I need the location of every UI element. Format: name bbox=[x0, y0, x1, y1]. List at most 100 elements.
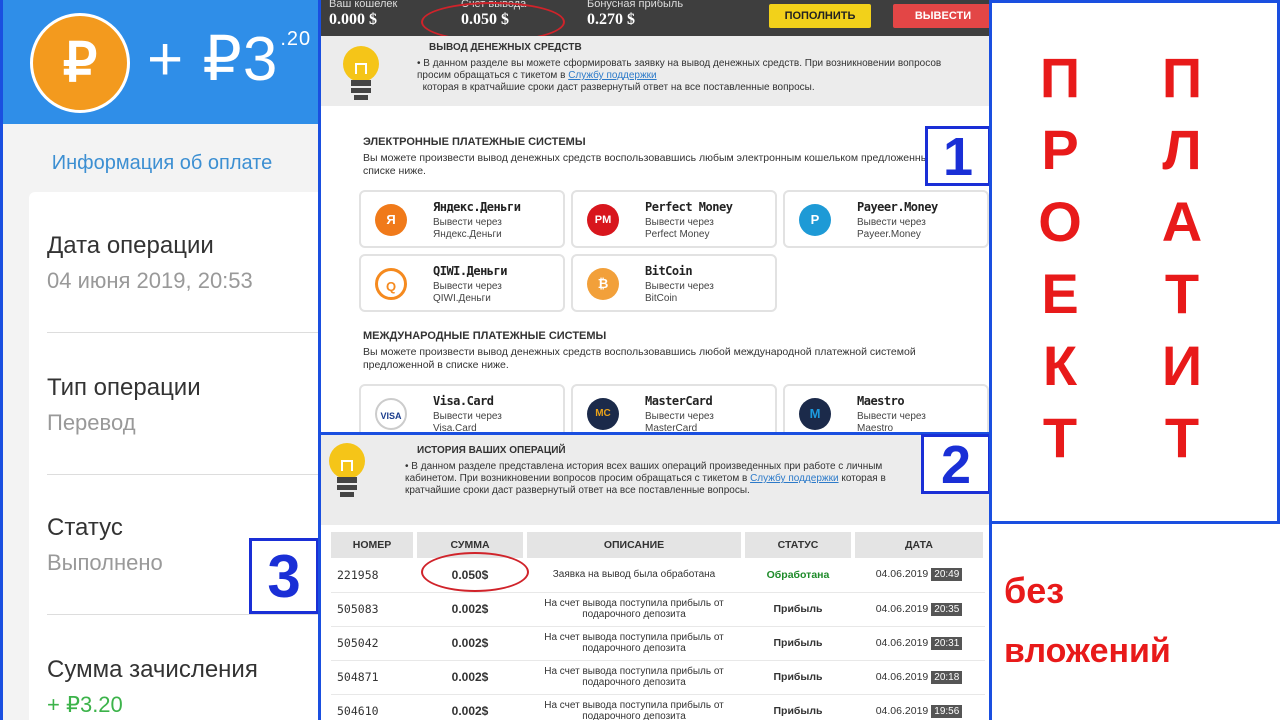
row-sum: 0.002$ bbox=[415, 626, 525, 661]
lightbulb-icon bbox=[329, 443, 365, 497]
bitcoin-icon: ₿ bbox=[587, 268, 619, 300]
payment-info-title: Информация об оплате bbox=[51, 152, 273, 174]
lightbulb-icon bbox=[343, 46, 379, 100]
international-section-title: МЕЖДУНАРОДНЫЕ ПЛАТЕЖНЫЕ СИСТЕМЫ bbox=[363, 330, 607, 342]
highlight-oval bbox=[421, 552, 529, 592]
field-value: Перевод bbox=[47, 410, 136, 435]
withdraw-notice: ВЫВОД ДЕНЕЖНЫХ СРЕДСТВ • В данном раздел… bbox=[321, 36, 989, 106]
date-text: 04.06.2019 bbox=[875, 602, 929, 615]
mastercard-icon: MC bbox=[587, 398, 619, 430]
table-header-row: НОМЕР СУММА ОПИСАНИЕ СТАТУС ДАТА bbox=[331, 532, 987, 558]
support-link[interactable]: Службу поддержки bbox=[568, 70, 656, 81]
time-badge: 20:18 bbox=[931, 670, 963, 684]
pay-target: BitCoin bbox=[645, 293, 678, 304]
support-link[interactable]: Службу поддержки bbox=[750, 473, 838, 484]
row-status: Обработана bbox=[743, 558, 853, 593]
marker-3: 3 bbox=[249, 538, 318, 614]
row-description: На счет вывода поступила прибыль от пода… bbox=[525, 626, 743, 661]
field-credited-sum: Сумма зачисления + ₽3.20 bbox=[47, 656, 307, 718]
pay-payeer[interactable]: P Payeer.Money Вывести через Payeer.Mone… bbox=[783, 190, 989, 248]
row-date: 04.06.2019 20:18 bbox=[853, 660, 985, 695]
row-sum: 0.002$ bbox=[415, 592, 525, 627]
row-date: 04.06.2019 19:56 bbox=[853, 694, 985, 720]
row-status: Прибыль bbox=[743, 592, 853, 627]
divider bbox=[47, 614, 318, 615]
field-value: + ₽3.20 bbox=[47, 692, 123, 717]
time-badge: 20:31 bbox=[931, 636, 963, 650]
col-status: СТАТУС bbox=[743, 532, 855, 558]
row-number: 504871 bbox=[331, 660, 415, 695]
yandex-money-icon: Я bbox=[375, 204, 407, 236]
ruble-coin-icon: ₽ bbox=[30, 13, 130, 113]
overlay-letter: П bbox=[1039, 46, 1081, 109]
wallet-balance: Ваш кошелек 0.000 $ bbox=[329, 0, 397, 29]
pay-via: Вывести через bbox=[645, 411, 714, 422]
pay-name: Maestro bbox=[857, 394, 905, 408]
payment-info-panel: ₽ + ₽3.20 Информация об оплате Дата опер… bbox=[0, 0, 318, 720]
overlay-letter: Р bbox=[1041, 118, 1079, 181]
overlay-letter: О bbox=[1038, 190, 1082, 253]
visa-icon: VISA bbox=[375, 398, 407, 430]
marker-1: 1 bbox=[925, 126, 989, 186]
overlay-letter: Л bbox=[1162, 118, 1202, 181]
pay-via: Вывести через bbox=[433, 411, 502, 422]
table-row: 504610 0.002$ На счет вывода поступила п… bbox=[331, 694, 985, 720]
row-status: Прибыль bbox=[743, 694, 853, 720]
perfect-money-icon: PM bbox=[587, 204, 619, 236]
pay-target: Payeer.Money bbox=[857, 229, 921, 240]
overlay-letter: П bbox=[1161, 46, 1203, 109]
pay-name: Visa.Card bbox=[433, 394, 494, 408]
pay-bitcoin[interactable]: ₿ BitCoin Вывести через BitCoin bbox=[571, 254, 777, 312]
amount-fraction: .20 bbox=[280, 28, 312, 50]
table-row: 505083 0.002$ На счет вывода поступила п… bbox=[331, 592, 985, 627]
pay-via: Вывести через bbox=[645, 281, 714, 292]
row-number: 505042 bbox=[331, 626, 415, 661]
pay-via: Вывести через bbox=[433, 281, 502, 292]
pay-target: Яндекс.Деньги bbox=[433, 229, 502, 240]
history-notice-text: • В данном разделе представлена история … bbox=[405, 461, 886, 496]
overlay-note-line1: без bbox=[1004, 570, 1065, 611]
international-section-desc: Вы можете произвести вывод денежных сред… bbox=[363, 346, 916, 371]
notice-text: которая в кратчайшие сроки даст разверну… bbox=[422, 82, 815, 93]
overlay-letter: А bbox=[1161, 190, 1203, 253]
field-title: Сумма зачисления bbox=[47, 656, 258, 683]
overlay-letter: Т bbox=[1164, 262, 1200, 325]
table-row: 504871 0.002$ На счет вывода поступила п… bbox=[331, 660, 985, 695]
pay-name: MasterCard bbox=[645, 394, 713, 408]
row-sum: 0.002$ bbox=[415, 694, 525, 720]
divider bbox=[47, 474, 318, 475]
overlay-letter: Т bbox=[1042, 406, 1078, 469]
field-title: Дата операции bbox=[47, 232, 214, 259]
pay-via: Вывести через bbox=[857, 411, 926, 422]
qiwi-icon: Q bbox=[375, 268, 407, 300]
pay-target: QIWI.Деньги bbox=[433, 293, 491, 304]
date-text: 04.06.2019 bbox=[875, 704, 929, 717]
time-badge: 20:49 bbox=[931, 568, 963, 582]
pay-qiwi[interactable]: Q QIWI.Деньги Вывести через QIWI.Деньги bbox=[359, 254, 565, 312]
pay-target: Perfect Money bbox=[645, 229, 710, 240]
pay-perfect-money[interactable]: PM Perfect Money Вывести через Perfect M… bbox=[571, 190, 777, 248]
time-badge: 20:35 bbox=[931, 602, 963, 616]
col-description: ОПИСАНИЕ bbox=[525, 532, 745, 558]
overlay-letter: К bbox=[1042, 334, 1078, 397]
col-date: ДАТА bbox=[853, 532, 987, 558]
history-notice: ИСТОРИЯ ВАШИХ ОПЕРАЦИЙ • В данном раздел… bbox=[321, 435, 989, 525]
payment-details-card: Дата операции 04 июня 2019, 20:53 Тип оп… bbox=[29, 192, 318, 720]
overlay-letter: Т bbox=[1164, 406, 1200, 469]
website-panel: Ваш кошелек 0.000 $ Счет вывода 0.050 $ … bbox=[318, 0, 992, 720]
table-row: 505042 0.002$ На счет вывода поступила п… bbox=[331, 626, 985, 661]
deposit-button[interactable]: ПОПОЛНИТЬ bbox=[769, 4, 871, 28]
time-badge: 19:56 bbox=[931, 704, 963, 718]
pay-via: Вывести через bbox=[433, 217, 502, 228]
row-number: 505083 bbox=[331, 592, 415, 627]
row-status: Прибыль bbox=[743, 626, 853, 661]
screenshot-collage: ₽ + ₽3.20 Информация об оплате Дата опер… bbox=[0, 0, 1280, 720]
overlay-word-pays: П Л А Т И Т bbox=[1152, 42, 1212, 474]
field-operation-type: Тип операции Перевод bbox=[47, 374, 307, 436]
maestro-icon: M bbox=[799, 398, 831, 430]
row-number: 504610 bbox=[331, 694, 415, 720]
withdraw-button[interactable]: ВЫВЕСТИ bbox=[893, 4, 989, 28]
bonus-label: Бонусная прибыль bbox=[587, 0, 684, 10]
wallet-label: Ваш кошелек bbox=[329, 0, 398, 10]
pay-yandex[interactable]: Я Яндекс.Деньги Вывести через Яндекс.Ден… bbox=[359, 190, 565, 248]
